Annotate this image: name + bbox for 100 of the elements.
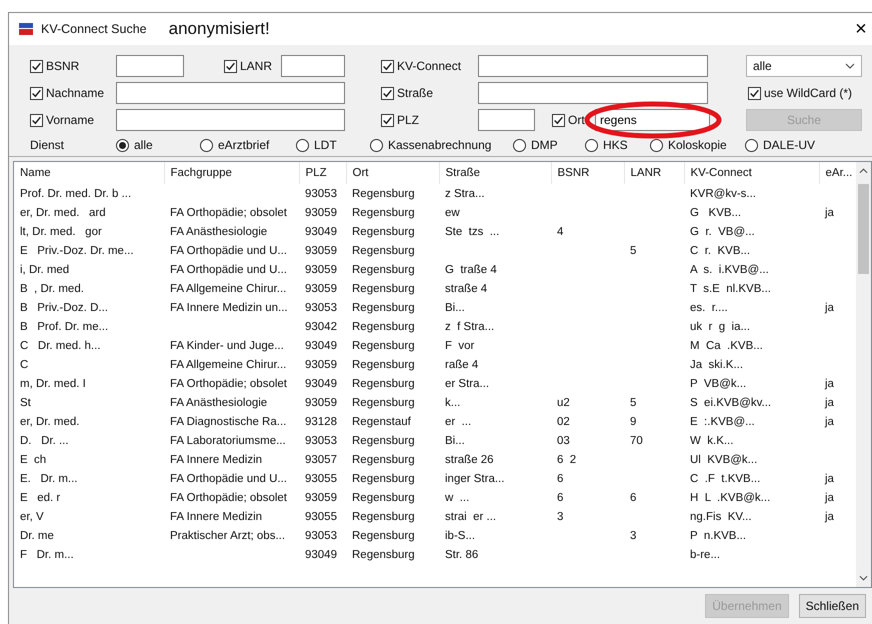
table-cell: FA Orthopädie und U...	[170, 244, 287, 256]
radio-button[interactable]	[116, 138, 129, 152]
scroll-thumb[interactable]	[858, 184, 869, 274]
table-cell: Regensburg	[352, 226, 415, 238]
table-cell: FA Diagnostische Ra...	[170, 416, 286, 428]
table-cell: FA Orthopädie und U...	[170, 472, 287, 484]
table-cell: er ...	[445, 416, 472, 428]
table-cell: er, Dr. med.	[20, 416, 80, 428]
input-field[interactable]	[281, 55, 345, 77]
column-header[interactable]: eAr...	[826, 167, 852, 179]
table-cell: F vor	[445, 340, 474, 352]
table-cell: 3	[557, 510, 564, 522]
checkbox-label: Straße	[397, 86, 434, 100]
input-field[interactable]	[478, 109, 535, 131]
radio-button[interactable]	[585, 138, 598, 152]
radio-button[interactable]	[513, 138, 526, 152]
checkbox[interactable]	[30, 86, 43, 100]
table-cell: FA Innere Medizin	[170, 510, 262, 522]
column-header[interactable]: PLZ	[306, 167, 327, 179]
checkbox[interactable]	[30, 60, 43, 72]
column-header[interactable]: Straße	[446, 167, 480, 179]
table-cell: 02	[557, 416, 570, 428]
table-cell: Ja ski.K...	[690, 358, 744, 370]
table-cell: E Priv.-Doz. Dr. me...	[20, 244, 134, 256]
table-cell: P n.KVB...	[690, 530, 746, 542]
table-cell: Regensburg	[352, 492, 415, 504]
table-cell: FA Kinder- und Juge...	[170, 340, 284, 352]
table-cell: Regensburg	[352, 548, 415, 560]
table-cell: 93053	[305, 302, 337, 314]
table-cell: er Stra...	[445, 378, 490, 390]
table-cell: Str. 86	[445, 548, 478, 560]
radio-button[interactable]	[296, 138, 309, 152]
table-cell: C Dr. med. h...	[20, 340, 101, 352]
table-cell: Prof. Dr. med. Dr. b ...	[20, 188, 132, 200]
checkbox[interactable]	[381, 114, 394, 126]
checkbox[interactable]	[381, 60, 394, 72]
input-field[interactable]	[478, 55, 708, 77]
table-cell: w ...	[445, 492, 470, 504]
column-header[interactable]: Fachgruppe	[170, 167, 232, 179]
table-cell: Regensburg	[352, 302, 415, 314]
radio-button[interactable]	[200, 138, 213, 152]
table-cell: er, Dr. med. ard	[20, 206, 106, 218]
table-cell: z Stra...	[445, 188, 485, 200]
radio-button[interactable]	[370, 138, 383, 152]
scope-dropdown[interactable]: alle	[746, 55, 862, 77]
table-cell: FA Orthopädie; obsolet	[170, 492, 287, 504]
table-cell: B Priv.-Doz. D...	[20, 302, 108, 314]
input-field[interactable]: regens	[595, 109, 710, 131]
table-cell: T s.E nl.KVB...	[690, 282, 771, 294]
table-cell: E. Dr. m...	[20, 472, 78, 484]
checkbox[interactable]	[748, 86, 761, 100]
table-cell: 93049	[305, 378, 337, 390]
table-cell: 6 2	[557, 454, 576, 466]
checkbox[interactable]	[552, 114, 565, 126]
table-cell: ja	[825, 492, 834, 504]
close-button[interactable]: ×	[850, 18, 872, 40]
dialog-button[interactable]: Schließen	[798, 594, 866, 618]
table-cell: ib-S...	[445, 530, 476, 542]
table-cell: Regensburg	[352, 454, 415, 466]
table-cell: Ste tzs ...	[445, 226, 500, 238]
table-cell: Regensburg	[352, 396, 415, 408]
table-cell: 93053	[305, 530, 337, 542]
table-cell: 93049	[305, 226, 337, 238]
table-cell: 6	[630, 492, 636, 504]
table-cell: G r. VB@...	[690, 226, 755, 238]
column-header[interactable]: Name	[20, 167, 51, 179]
column-header[interactable]: KV-Connect	[690, 167, 752, 179]
scrollbar[interactable]	[856, 162, 871, 587]
radio-label: DALE-UV	[763, 138, 816, 152]
checkbox[interactable]	[224, 60, 237, 72]
table-cell: 9	[630, 416, 636, 428]
table-cell: F Dr. m...	[20, 548, 74, 560]
table-cell: 03	[557, 434, 570, 446]
table-cell: 93057	[305, 454, 337, 466]
table-cell: C	[20, 358, 28, 370]
table-cell: ja	[825, 510, 834, 522]
table-cell: S ei.KVB@kv...	[690, 396, 772, 408]
table-cell: W k.K...	[690, 434, 734, 446]
scroll-down-icon[interactable]	[859, 575, 868, 581]
column-header[interactable]: Ort	[352, 167, 368, 179]
table-cell: Regensburg	[352, 320, 415, 332]
input-field[interactable]	[116, 109, 345, 131]
radio-button[interactable]	[745, 138, 758, 152]
column-header[interactable]: LANR	[630, 167, 662, 179]
table-cell: Regensburg	[352, 434, 415, 446]
radio-button[interactable]	[650, 138, 663, 152]
scroll-up-icon[interactable]	[859, 168, 868, 174]
table-cell: FA Innere Medizin un...	[170, 302, 288, 314]
table-cell: m, Dr. med. I	[20, 378, 86, 390]
input-field[interactable]	[478, 82, 708, 104]
column-header[interactable]: BSNR	[558, 167, 590, 179]
table-cell: FA Innere Medizin	[170, 454, 262, 466]
checkbox[interactable]	[381, 86, 394, 100]
table-cell: 93059	[305, 206, 337, 218]
table-cell: FA Anästhesiologie	[170, 226, 268, 238]
table-cell: Regensburg	[352, 282, 415, 294]
input-field[interactable]	[116, 55, 184, 77]
input-field[interactable]	[116, 82, 345, 104]
checkbox-label: Nachname	[46, 86, 104, 100]
checkbox[interactable]	[30, 114, 43, 126]
